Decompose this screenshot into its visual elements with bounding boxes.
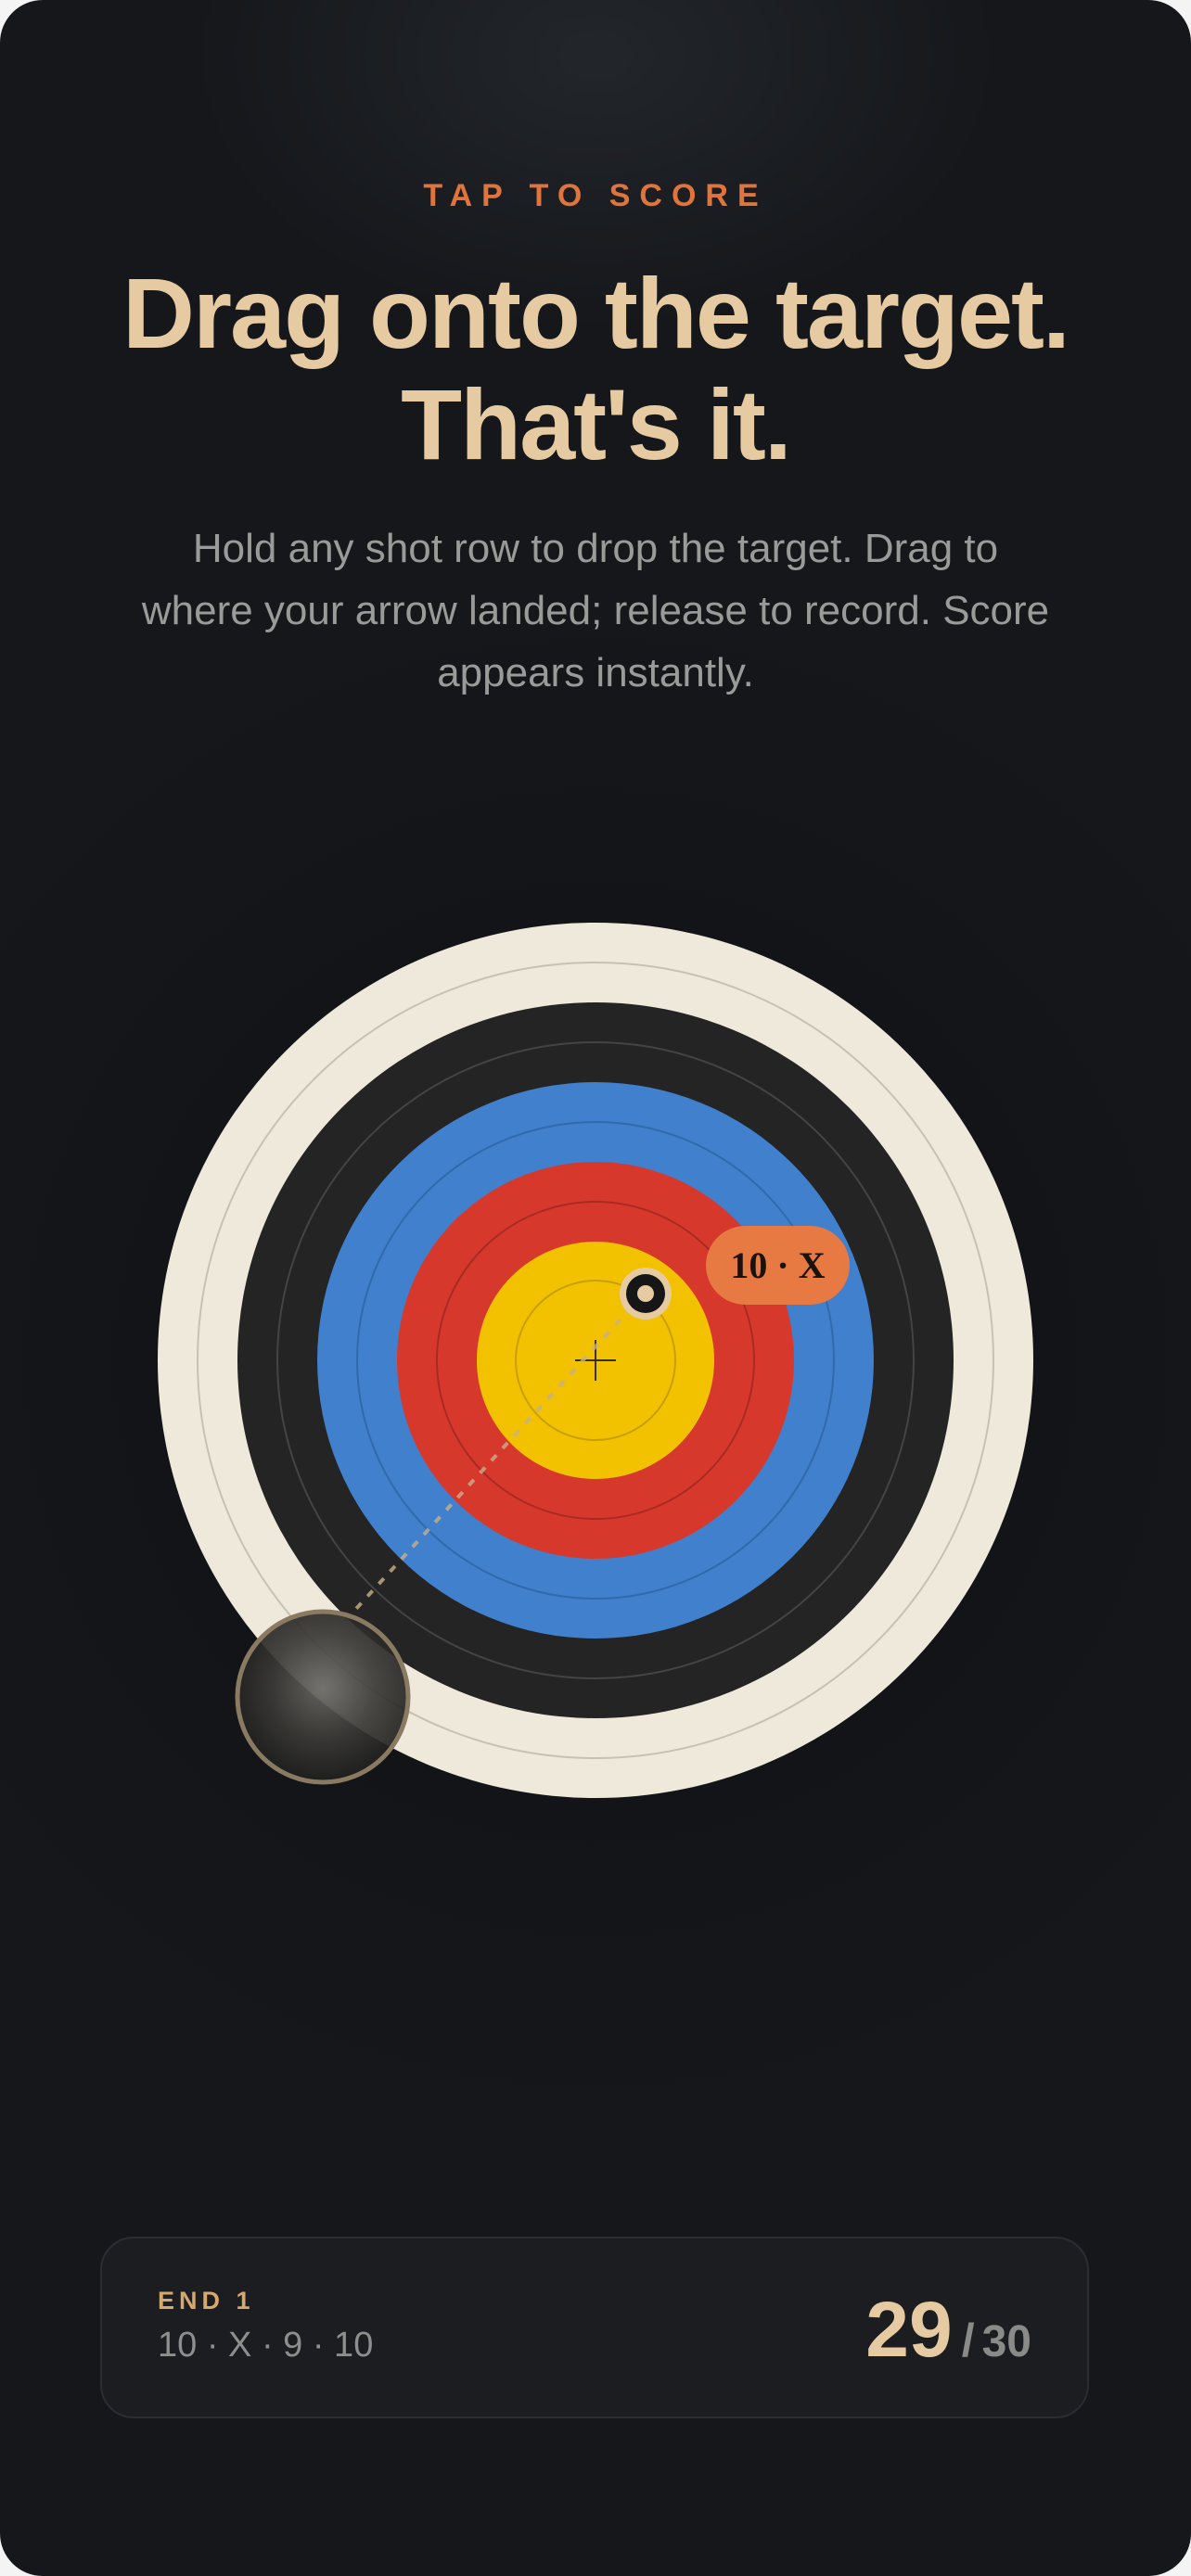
score-separator: / (961, 2315, 975, 2366)
end-total: 29 (865, 2286, 953, 2373)
screen: TAP TO SCORE Drag onto the target. That'… (0, 0, 1191, 2576)
end-score: 29/30 (865, 2285, 1031, 2375)
archery-target[interactable] (0, 0, 1191, 2576)
end-shots: 10 · X · 9 · 10 (158, 2326, 374, 2365)
end-label: END 1 (158, 2287, 255, 2315)
arrow-marker-dot (637, 1285, 654, 1302)
end-max: 30 (981, 2317, 1031, 2366)
end-summary-card[interactable]: END 1 10 · X · 9 · 10 29/30 (100, 2237, 1089, 2418)
shot-score-badge: 10 · X (706, 1226, 850, 1305)
